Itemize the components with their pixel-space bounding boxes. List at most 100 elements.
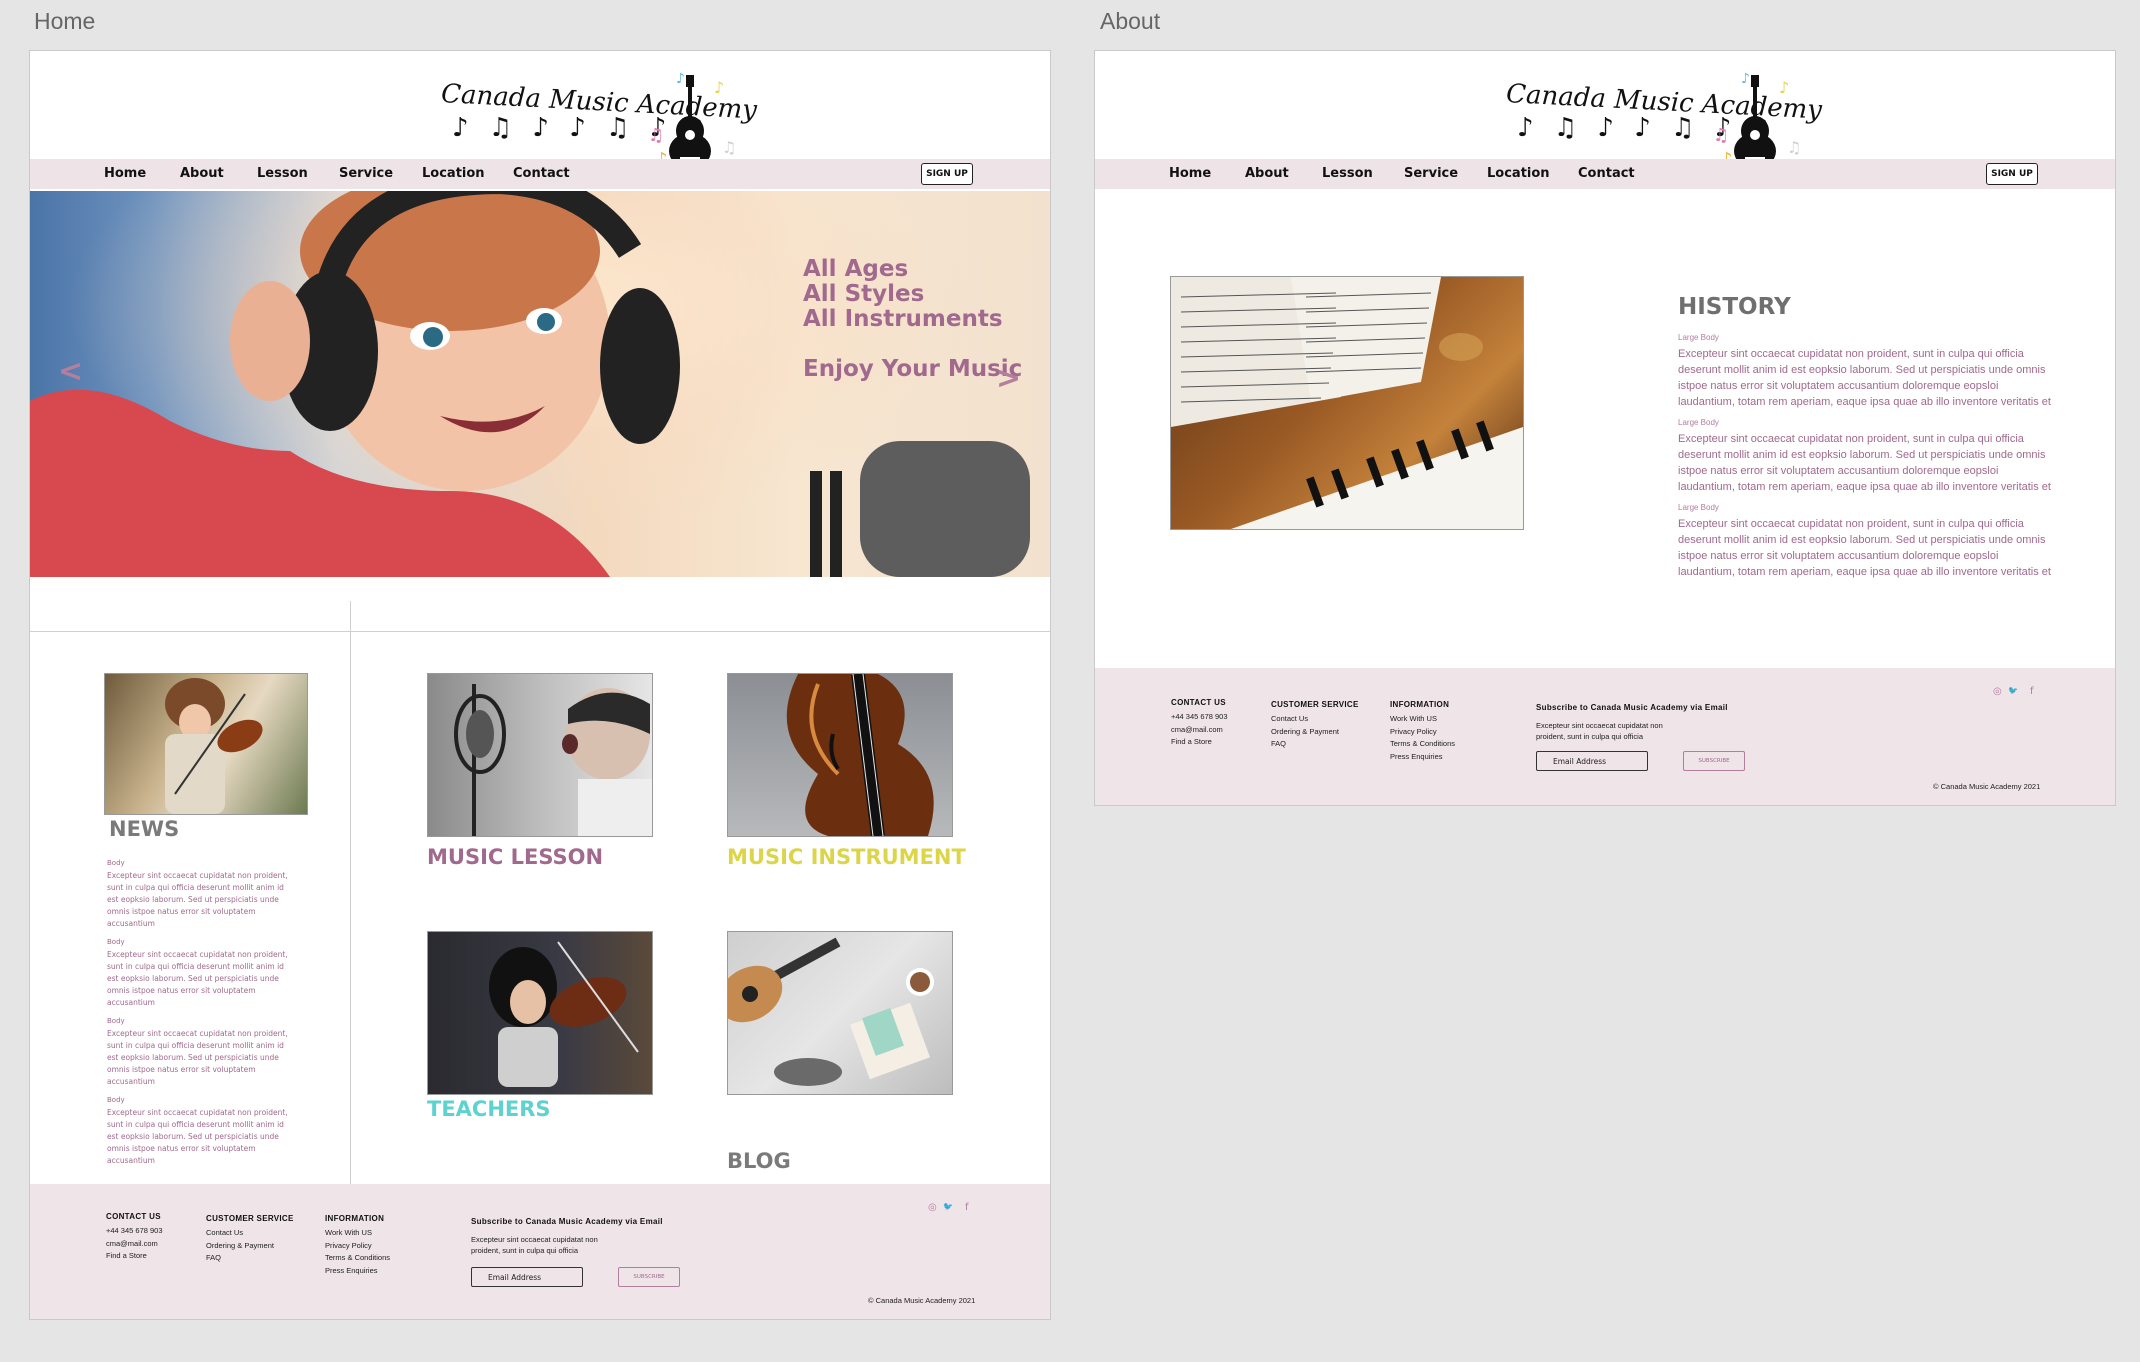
logo[interactable]: Canada Music Academy ♪ ♫ ♪ ♪ ♫ ♪ ♪ ♫ ♪ ♪… (440, 71, 758, 171)
footer-information: INFORMATION Work With US Privacy Policy … (325, 1214, 390, 1277)
news-item: Body Excepteur sint occaecat cupidatat n… (107, 1096, 297, 1167)
signup-button[interactable]: SIGN UP (921, 163, 973, 185)
hero-image (30, 191, 1030, 577)
instagram-icon[interactable]: ◎ (928, 1202, 937, 1213)
history-title: HISTORY (1678, 294, 1791, 320)
guitar-icon: ♫ ♪ ♪ ♪ ♫ (648, 71, 736, 169)
footer-subscribe: Subscribe to Canada Music Academy via Em… (1536, 703, 1736, 742)
guitar-icon: ♫ ♪ ♪ ♪ ♫ (1713, 71, 1801, 169)
footer-subscribe-heading: Subscribe to Canada Music Academy via Em… (471, 1217, 663, 1226)
carousel-prev-arrow[interactable]: < (58, 354, 83, 389)
guitar-coffee-illustration (728, 937, 934, 1086)
carousel-next-arrow[interactable]: > (996, 361, 1021, 396)
footer-cs-contact-link[interactable]: Contact Us (1271, 713, 1359, 726)
svg-text:♫: ♫ (648, 125, 664, 146)
footer-email-input[interactable]: Email Address (1536, 751, 1648, 771)
hero-carousel: All Ages All Styles All Instruments Enjo… (30, 191, 1050, 577)
history-paragraph: Large Body Excepteur sint occaecat cupid… (1678, 333, 2058, 410)
header: Canada Music Academy ♪ ♫ ♪ ♪ ♫ ♪ ♪ ♫ ♪ ♪… (30, 51, 1050, 169)
footer-info-work-link[interactable]: Work With US (1390, 713, 1455, 726)
facebook-icon[interactable]: f (965, 1202, 969, 1213)
footer-info-terms-link[interactable]: Terms & Conditions (1390, 738, 1455, 751)
hero-line-instruments: All Instruments (803, 306, 1003, 332)
music-instrument-image[interactable] (727, 673, 953, 837)
footer-info-terms-link[interactable]: Terms & Conditions (325, 1252, 390, 1265)
svg-text:♪: ♪ (676, 71, 685, 87)
nav-contact[interactable]: Contact (1578, 166, 1635, 181)
svg-text:♪: ♪ (1779, 78, 1789, 97)
footer-cs-contact-link[interactable]: Contact Us (206, 1227, 294, 1240)
hero-tagline: Enjoy Your Music (803, 356, 1023, 382)
footer-subscribe-text: Excepteur sint occaecat cupidatat non pr… (471, 1235, 598, 1255)
footer-info-heading: INFORMATION (1390, 700, 1450, 709)
nav-location[interactable]: Location (422, 166, 485, 181)
teacher-violinist-illustration (489, 941, 639, 1087)
footer-info-press-link[interactable]: Press Enquiries (1390, 751, 1455, 764)
instagram-icon[interactable]: ◎ (1993, 686, 2002, 697)
footer-cs-faq-link[interactable]: FAQ (1271, 738, 1359, 751)
footer-info-press-link[interactable]: Press Enquiries (325, 1265, 390, 1278)
footer-contact-phone[interactable]: +44 345 678 903 (106, 1225, 163, 1238)
nav-lesson[interactable]: Lesson (257, 166, 308, 181)
history-paragraph: Large Body Excepteur sint occaecat cupid… (1678, 418, 2058, 495)
footer-cs-heading: CUSTOMER SERVICE (206, 1214, 294, 1223)
hero-line-ages: All Ages (803, 256, 909, 282)
nav-lesson[interactable]: Lesson (1322, 166, 1373, 181)
svg-text:♪: ♪ (714, 78, 724, 97)
footer-contact: CONTACT US +44 345 678 903 cma@mail.com … (106, 1212, 163, 1263)
footer-contact-phone[interactable]: +44 345 678 903 (1171, 711, 1228, 724)
nav-service[interactable]: Service (1404, 166, 1458, 181)
facebook-icon[interactable]: f (2030, 686, 2034, 697)
footer-cs-faq-link[interactable]: FAQ (206, 1252, 294, 1265)
nav-service[interactable]: Service (339, 166, 393, 181)
nav-location[interactable]: Location (1487, 166, 1550, 181)
header: Canada Music Academy ♪ ♫ ♪ ♪ ♫ ♪ ♪ ♫ ♪ ♪… (1095, 51, 2115, 169)
history-paragraphs: Large Body Excepteur sint occaecat cupid… (1678, 333, 2058, 580)
footer-info-privacy-link[interactable]: Privacy Policy (1390, 726, 1455, 739)
nav-about[interactable]: About (1245, 166, 1289, 181)
footer-subscribe-button[interactable]: SUBSCRIBE (1683, 751, 1745, 771)
footer-contact-email[interactable]: cma@mail.com (106, 1238, 163, 1251)
footer-subscribe-heading: Subscribe to Canada Music Academy via Em… (1536, 703, 1728, 712)
teachers-image[interactable] (427, 931, 653, 1095)
nav-home[interactable]: Home (104, 166, 146, 181)
footer-cs-ordering-link[interactable]: Ordering & Payment (1271, 726, 1359, 739)
nav-home[interactable]: Home (1169, 166, 1211, 181)
news-item-text: Excepteur sint occaecat cupidatat non pr… (107, 1108, 288, 1165)
nav-bar: Home About Lesson Service Location Conta… (30, 159, 1050, 189)
footer-info-privacy-link[interactable]: Privacy Policy (325, 1240, 390, 1253)
footer-contact-email[interactable]: cma@mail.com (1171, 724, 1228, 737)
nav-about[interactable]: About (180, 166, 224, 181)
section-divider-vertical (350, 601, 351, 1213)
footer-subscribe-text: Excepteur sint occaecat cupidatat non pr… (1536, 721, 1663, 741)
footer-cs-heading: CUSTOMER SERVICE (1271, 700, 1359, 709)
signup-button[interactable]: SIGN UP (1986, 163, 2038, 185)
footer-contact-store[interactable]: Find a Store (106, 1250, 163, 1263)
music-lesson-image[interactable] (427, 673, 653, 837)
footer-contact-store[interactable]: Find a Store (1171, 736, 1228, 749)
music-instrument-title[interactable]: MUSIC INSTRUMENT (727, 845, 966, 869)
footer-info-heading: INFORMATION (325, 1214, 385, 1223)
twitter-icon[interactable]: 🐦 (943, 1202, 953, 1211)
footer-cs-ordering-link[interactable]: Ordering & Payment (206, 1240, 294, 1253)
footer-contact-heading: CONTACT US (1171, 698, 1226, 707)
news-item: Body Excepteur sint occaecat cupidatat n… (107, 859, 297, 930)
news-item-label: Body (107, 938, 125, 946)
footer-email-input[interactable]: Email Address (471, 1267, 583, 1287)
violinist-illustration (165, 678, 263, 814)
footer-contact-heading: CONTACT US (106, 1212, 161, 1221)
news-item-text: Excepteur sint occaecat cupidatat non pr… (107, 1029, 288, 1086)
footer-subscribe-button[interactable]: SUBSCRIBE (618, 1267, 680, 1287)
twitter-icon[interactable]: 🐦 (2008, 686, 2018, 695)
blog-title[interactable]: BLOG (727, 1149, 791, 1173)
blog-image[interactable] (727, 931, 953, 1095)
logo[interactable]: Canada Music Academy ♪ ♫ ♪ ♪ ♫ ♪ ♪ ♫ ♪ ♪… (1505, 71, 1823, 171)
news-image[interactable] (104, 673, 308, 815)
teachers-title[interactable]: TEACHERS (427, 1097, 551, 1121)
violin-illustration (786, 674, 934, 836)
music-lesson-title[interactable]: MUSIC LESSON (427, 845, 603, 869)
footer-info-work-link[interactable]: Work With US (325, 1227, 390, 1240)
hero-line-styles: All Styles (803, 281, 925, 307)
history-image (1170, 276, 1524, 530)
nav-contact[interactable]: Contact (513, 166, 570, 181)
